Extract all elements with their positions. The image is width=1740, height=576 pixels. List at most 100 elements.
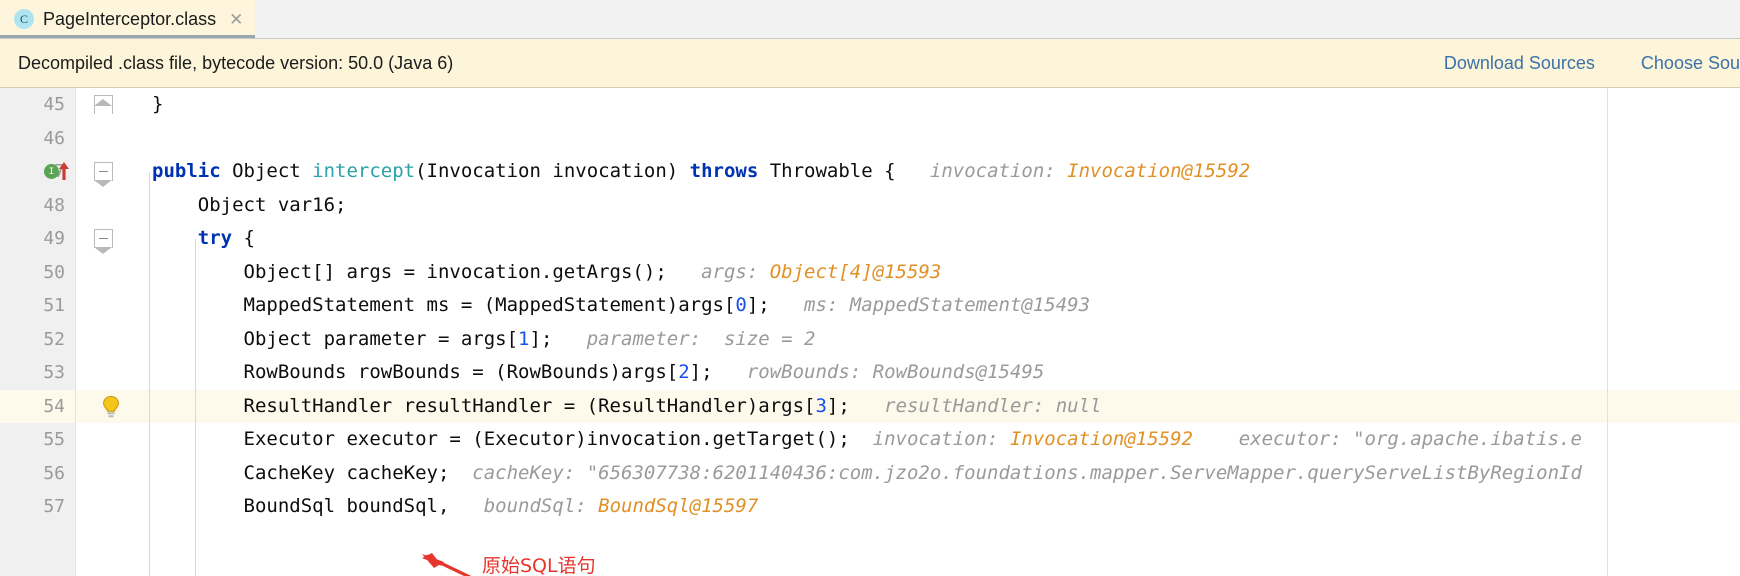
line-number: 53 — [43, 362, 65, 383]
code-line-text: RowBounds rowBounds = (RowBounds)args[2]… — [146, 356, 1045, 390]
code-line[interactable]: Executor executor = (Executor)invocation… — [144, 423, 1740, 457]
code-token: invocation: — [895, 160, 1068, 182]
gutter-row: 49 — [0, 222, 75, 256]
code-token: Throwable { — [758, 160, 896, 182]
line-number: 54 — [43, 395, 65, 417]
code-token: (Invocation invocation) — [415, 160, 690, 182]
code-token: try — [197, 227, 233, 249]
code-line-text: Object[] args = invocation.getArgs(); ar… — [146, 256, 942, 290]
code-token: Object[4]@15593 — [769, 260, 942, 283]
intention-lightbulb-icon[interactable] — [100, 395, 122, 417]
code-token: public — [152, 160, 221, 182]
code-token: ]; — [746, 294, 770, 316]
line-number: 56 — [43, 462, 65, 484]
code-token: BoundSql@15597 — [598, 495, 759, 517]
tab-pageinterceptor-class[interactable]: C PageInterceptor.class ✕ — [0, 0, 256, 38]
code-line[interactable]: Object[] args = invocation.getArgs(); ar… — [144, 256, 1740, 290]
code-token: intercept — [312, 160, 416, 182]
code-token: 3 — [815, 394, 827, 417]
code-token: 0 — [735, 294, 747, 316]
implementation-marker-icon[interactable]: I — [44, 164, 59, 179]
gutter-row: 50 — [0, 256, 75, 290]
code-line[interactable]: try { — [144, 222, 1740, 256]
indent-guide-method — [149, 172, 150, 576]
code-token: ResultHandler resultHandler = (ResultHan… — [152, 394, 816, 417]
code-line-text: BoundSql boundSql, boundSql: BoundSql@15… — [146, 490, 759, 524]
code-token: invocation: — [849, 428, 1010, 450]
banner-message: Decompiled .class file, bytecode version… — [18, 52, 454, 73]
gutter-row: 48 — [0, 189, 75, 223]
code-token: MappedStatement ms = (MappedStatement)ar… — [152, 294, 736, 316]
code-line[interactable]: ResultHandler resultHandler = (ResultHan… — [144, 389, 1740, 424]
code-line-text: CacheKey cacheKey; cacheKey: "656307738:… — [146, 457, 1582, 491]
java-class-icon: C — [14, 9, 34, 29]
code-token: resultHandler: null — [849, 394, 1102, 417]
fold-handle-47[interactable] — [94, 162, 113, 187]
code-token: executor: "org.apache.ibatis.e — [1192, 428, 1582, 450]
code-token: ]; — [529, 327, 553, 350]
code-line-text: ResultHandler resultHandler = (ResultHan… — [146, 390, 1102, 424]
code-line[interactable]: public Object intercept(Invocation invoc… — [144, 155, 1740, 189]
gutter-row: 57 — [0, 490, 75, 524]
download-sources-link[interactable]: Download Sources — [1444, 53, 1595, 74]
code-line[interactable]: RowBounds rowBounds = (RowBounds)args[2]… — [144, 356, 1740, 390]
line-number: 48 — [43, 194, 65, 216]
override-up-arrow-icon[interactable] — [58, 161, 70, 183]
choose-sources-link[interactable]: Choose Sou — [1641, 53, 1740, 74]
code-token: RowBounds rowBounds = (RowBounds)args[ — [152, 361, 679, 383]
gutter-row: 56 — [0, 457, 75, 491]
code-token: ]; — [826, 394, 850, 417]
decompiled-notification-banner: Decompiled .class file, bytecode version… — [0, 39, 1740, 88]
gutter-row: 55 — [0, 423, 75, 457]
code-token: ]; — [689, 361, 713, 383]
code-token: Object[] args = invocation.getArgs(); — [152, 260, 667, 283]
banner-actions: Download Sources Choose Sou — [1444, 53, 1740, 74]
code-line[interactable]: Object parameter = args[1]; parameter: s… — [144, 323, 1740, 357]
code-token: cacheKey: "656307738:6201140436:com.jzo2… — [449, 461, 1582, 484]
marker-row — [76, 490, 144, 524]
marker-row — [76, 323, 144, 357]
code-line[interactable]: Object var16; — [144, 189, 1740, 223]
code-editor[interactable]: 45464748495051525354555657 BoundSql boun… — [0, 88, 1740, 576]
code-token: Object — [220, 160, 313, 182]
code-line[interactable] — [144, 122, 1740, 156]
code-line-text: try { — [146, 222, 255, 256]
code-token: args: — [666, 260, 770, 283]
tab-label: PageInterceptor.class — [43, 8, 217, 29]
fold-handle-45[interactable] — [94, 95, 113, 114]
code-token: rowBounds: RowBounds@15495 — [712, 361, 1045, 383]
gutter-row: 51 — [0, 289, 75, 323]
code-line-text — [146, 122, 152, 156]
close-icon[interactable]: ✕ — [229, 11, 243, 28]
code-token: Object parameter = args[ — [152, 327, 519, 350]
code-token: 2 — [678, 361, 690, 383]
line-number: 46 — [43, 127, 65, 149]
code-line[interactable]: MappedStatement ms = (MappedStatement)ar… — [144, 289, 1740, 323]
code-token: throws — [689, 160, 759, 182]
fold-handle-49[interactable] — [94, 229, 113, 254]
marker-row — [76, 189, 144, 223]
line-number: 50 — [43, 261, 65, 283]
gutter-row: 46 — [0, 122, 75, 156]
code-line-text: public Object intercept(Invocation invoc… — [146, 155, 1250, 189]
code-token: BoundSql boundSql, — [152, 495, 450, 517]
code-token: Invocation@15592 — [1009, 428, 1193, 450]
code-line[interactable]: } — [144, 88, 1740, 122]
code-token: Executor executor = (Executor)invocation… — [152, 428, 850, 450]
code-line-text: } — [146, 88, 163, 122]
code-token: { — [232, 227, 255, 249]
code-line-text: Executor executor = (Executor)invocation… — [146, 423, 1582, 457]
code-token: ms: MappedStatement@15493 — [769, 294, 1091, 316]
line-number: 57 — [43, 496, 65, 517]
gutter-row: 45 — [0, 88, 75, 122]
code-line-text: Object parameter = args[1]; parameter: s… — [146, 323, 816, 357]
gutter-marker-column[interactable] — [75, 88, 144, 576]
line-number: 45 — [43, 94, 65, 115]
code-line[interactable]: BoundSql boundSql, boundSql: BoundSql@15… — [144, 490, 1740, 524]
line-number: 52 — [43, 328, 65, 350]
code-content-area[interactable]: BoundSql boundSql, boundSql: BoundSql@15… — [144, 88, 1740, 576]
marker-row — [76, 356, 144, 390]
code-line-text: MappedStatement ms = (MappedStatement)ar… — [146, 289, 1091, 323]
code-line[interactable]: CacheKey cacheKey; cacheKey: "656307738:… — [144, 457, 1740, 491]
